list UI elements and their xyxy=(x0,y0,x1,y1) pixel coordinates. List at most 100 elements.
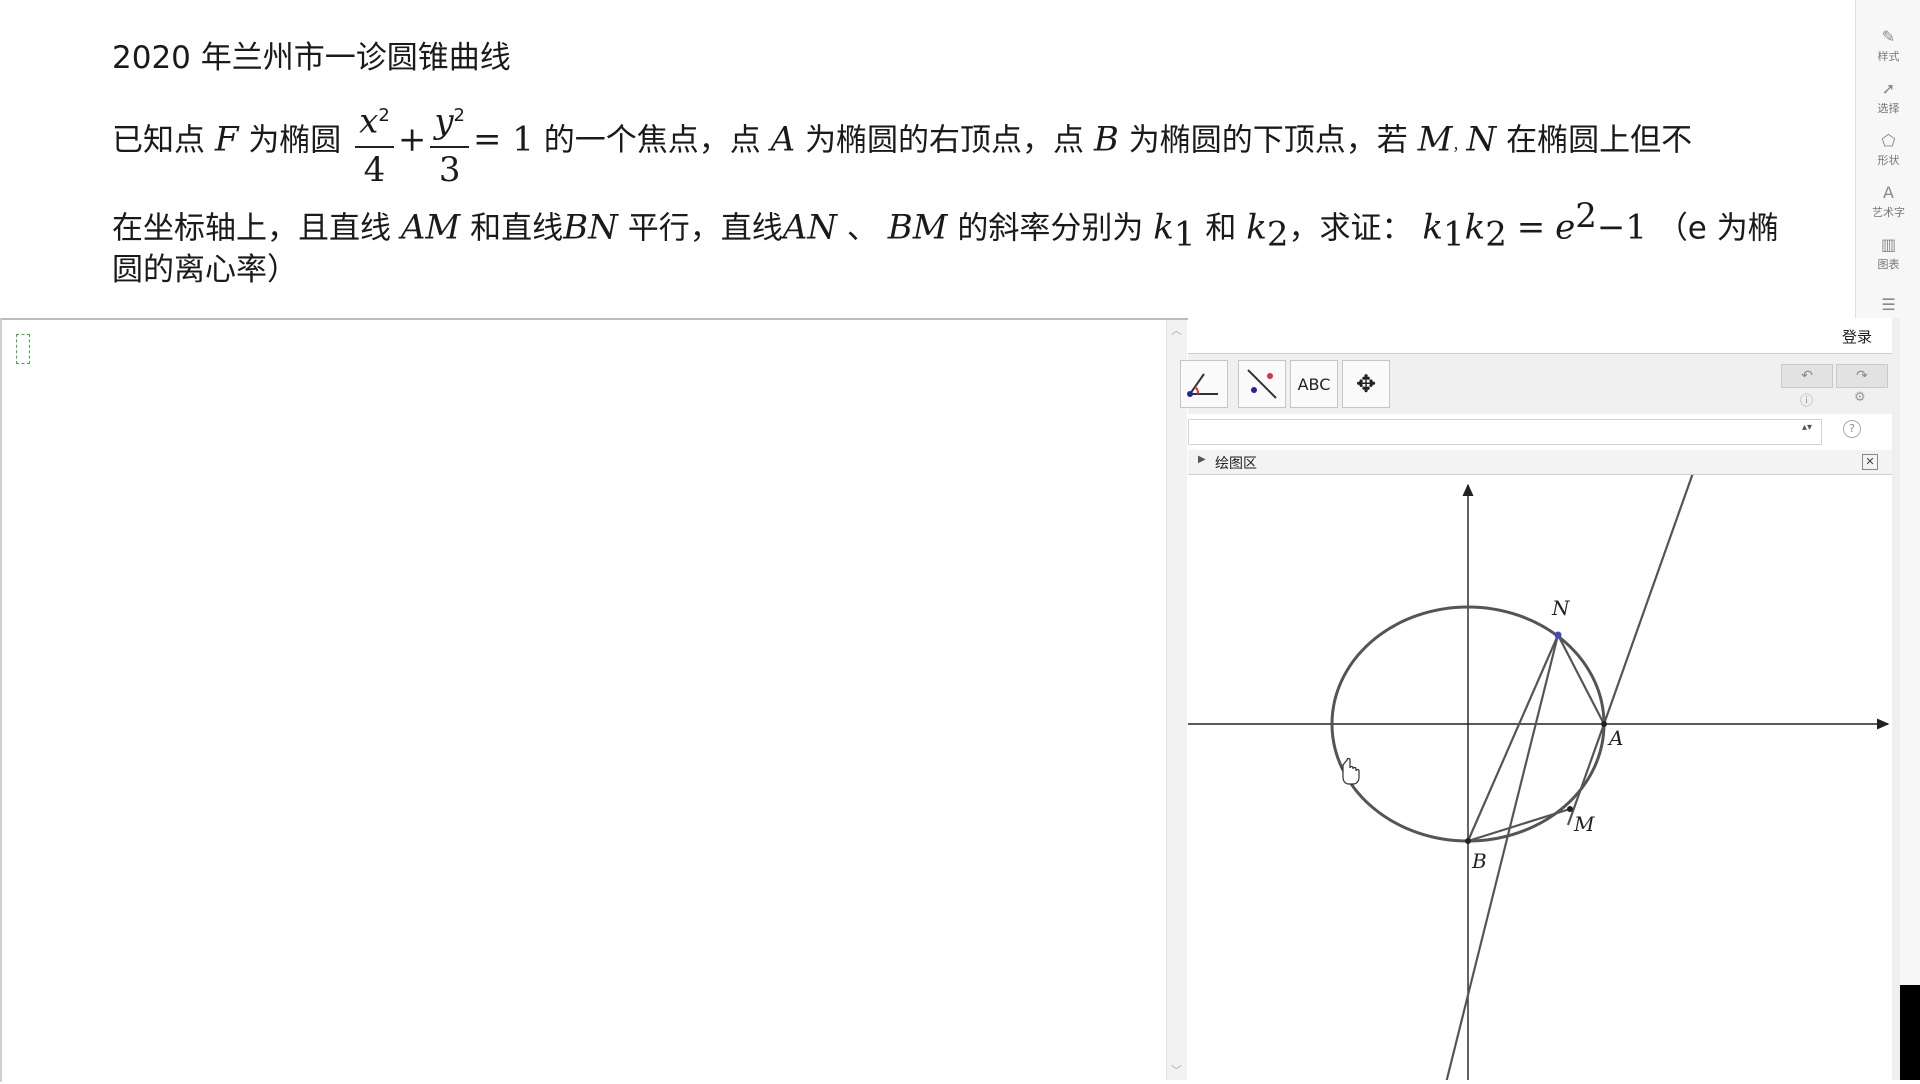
math-N: N xyxy=(1466,119,1497,160)
frac-superscript: 2 xyxy=(378,105,390,126)
text-run: （e 为椭 xyxy=(1656,210,1779,247)
label-A: A xyxy=(1607,726,1623,750)
hand-cursor-icon xyxy=(1342,757,1360,785)
side-btn-label: 艺术字 xyxy=(1872,205,1905,219)
line-BN xyxy=(1444,634,1560,1084)
math-k: k xyxy=(1246,207,1267,248)
geogebra-toolbar: ABC ✥ ↶ ↷ ⓘ ⚙ xyxy=(1180,353,1892,415)
frac-denominator: 4 xyxy=(363,150,386,191)
collapse-triangle-icon[interactable]: ▶ xyxy=(1198,454,1206,465)
point-N xyxy=(1554,631,1562,639)
subscript: 2 xyxy=(1266,214,1289,255)
line-AM-lower xyxy=(1566,723,1606,826)
subscript: 2 xyxy=(1485,214,1507,255)
superscript: 2 xyxy=(1575,196,1597,236)
chart-button[interactable]: ▥ 图表 xyxy=(1856,228,1920,280)
document-area: 2020 年兰州市一诊圆锥曲线 已知点 F 为椭圆 x2 4 + y2 3 = … xyxy=(0,0,1855,320)
shape-icon: ⬠ xyxy=(1881,130,1896,150)
text-run: 和直线 xyxy=(470,210,564,247)
text-run: 已知点 xyxy=(112,122,205,159)
math-AM: AM xyxy=(400,207,461,248)
frac-superscript: 2 xyxy=(453,105,465,126)
art-text-button[interactable]: A 艺术字 xyxy=(1856,176,1920,228)
math-k: k xyxy=(1422,207,1443,248)
point-M xyxy=(1567,806,1573,812)
problem-line-1: 已知点 F 为椭圆 x2 4 + y2 3 = 1 的一个焦点，点 A 为椭圆的… xyxy=(112,92,1692,192)
graphics-view-header: ▶ 绘图区 ✕ xyxy=(1188,450,1892,475)
text-run: 的斜率分别为 xyxy=(957,210,1144,247)
cursor-icon: ➚ xyxy=(1881,78,1896,98)
math-e: e xyxy=(1555,207,1576,248)
text-run: 平行，直线 xyxy=(627,210,783,247)
math-k: k xyxy=(1464,207,1486,248)
left-panel-scrollbar[interactable]: ︿ ﹀ xyxy=(1166,320,1187,1080)
segment-BM xyxy=(1467,807,1571,843)
text-run: 在坐标轴上，且直线 xyxy=(112,210,391,247)
label-N: N xyxy=(1551,596,1571,620)
help-icon[interactable]: ⓘ xyxy=(1800,390,1813,409)
scroll-down-icon[interactable]: ﹀ xyxy=(1171,1062,1182,1078)
segment-BN xyxy=(1466,634,1560,842)
label-M: M xyxy=(1573,812,1595,836)
side-btn-label: 形状 xyxy=(1877,153,1900,167)
text-run: 、 xyxy=(846,210,878,247)
gear-icon[interactable]: ⚙ xyxy=(1854,390,1866,405)
graphics-view-title: 绘图区 xyxy=(1215,456,1257,472)
algebra-input-field[interactable] xyxy=(1188,419,1822,445)
text-run: 为椭圆的右顶点，点 xyxy=(805,122,1085,159)
chart-icon: ▥ xyxy=(1880,234,1897,254)
angle-icon xyxy=(1187,373,1218,397)
scroll-up-icon[interactable]: ︿ xyxy=(1171,322,1182,338)
move-graphics-tool-button[interactable]: ✥ xyxy=(1342,360,1390,408)
minus-one: −1 xyxy=(1596,207,1647,248)
text-run: 在椭圆上但不 xyxy=(1506,122,1693,159)
reflect-icon xyxy=(1247,369,1277,399)
text-run: 的一个焦点，点 xyxy=(543,122,761,159)
subscript: 1 xyxy=(1442,214,1465,255)
side-btn-label: 样式 xyxy=(1877,49,1900,63)
style-button[interactable]: ✎ 样式 xyxy=(1856,20,1920,72)
problem-line-3: 圆的离心率） xyxy=(112,252,298,288)
text-tool-button[interactable]: ABC xyxy=(1290,360,1338,408)
problem-title: 2020 年兰州市一诊圆锥曲线 xyxy=(112,40,511,76)
side-btn-label: 选择 xyxy=(1877,101,1900,115)
frac-numerator: x xyxy=(359,101,379,142)
blank-editor-panel[interactable] xyxy=(0,318,1188,1082)
math-M: M xyxy=(1417,119,1453,160)
text-run: ，求证： xyxy=(1288,210,1413,247)
plus-sign: + xyxy=(397,119,427,160)
math-AN: AN xyxy=(782,207,838,248)
undo-button[interactable]: ↶ xyxy=(1781,364,1833,388)
input-help-icon[interactable]: ? xyxy=(1843,420,1861,438)
problem-line-2: 在坐标轴上，且直线 AM 和直线BN 平行，直线AN 、 BM 的斜率分别为 k… xyxy=(112,192,1779,259)
text-run: 为椭圆的下顶点，若 xyxy=(1128,122,1408,159)
geogebra-topbar: 登录 xyxy=(1188,318,1892,353)
geometry-figure: N A M B xyxy=(1188,424,1890,1084)
reflect-tool-button[interactable] xyxy=(1238,360,1286,408)
input-dropdown-icon[interactable]: ▴▾ xyxy=(1802,422,1812,433)
graphics-canvas[interactable]: N A M B xyxy=(1188,424,1892,1084)
angle-tool-button[interactable] xyxy=(1180,360,1228,408)
move-arrows-icon: ✥ xyxy=(1355,370,1377,398)
point-A xyxy=(1601,721,1607,727)
text-run: 为椭圆 xyxy=(248,122,342,159)
fraction-y2-over-3: y2 3 xyxy=(430,92,469,192)
math-B: B xyxy=(1093,119,1119,160)
math-BN: BN xyxy=(563,207,618,248)
text-cursor-placeholder xyxy=(16,334,30,364)
redo-button[interactable]: ↷ xyxy=(1836,364,1888,388)
pen-icon: ✎ xyxy=(1881,26,1896,46)
line-AM xyxy=(1602,424,1712,725)
frac-denominator: 3 xyxy=(438,150,461,191)
subscript: 1 xyxy=(1173,214,1196,255)
close-icon[interactable]: ✕ xyxy=(1862,454,1878,470)
shape-button[interactable]: ⬠ 形状 xyxy=(1856,124,1920,176)
login-link[interactable]: 登录 xyxy=(1842,326,1872,347)
math-A: A xyxy=(770,119,796,160)
equals-one: = 1 xyxy=(472,119,534,160)
geogebra-scrollbar[interactable] xyxy=(1892,318,1900,1080)
text-run: 和 xyxy=(1205,210,1237,247)
label-B: B xyxy=(1471,849,1487,873)
select-button[interactable]: ➚ 选择 xyxy=(1856,72,1920,124)
